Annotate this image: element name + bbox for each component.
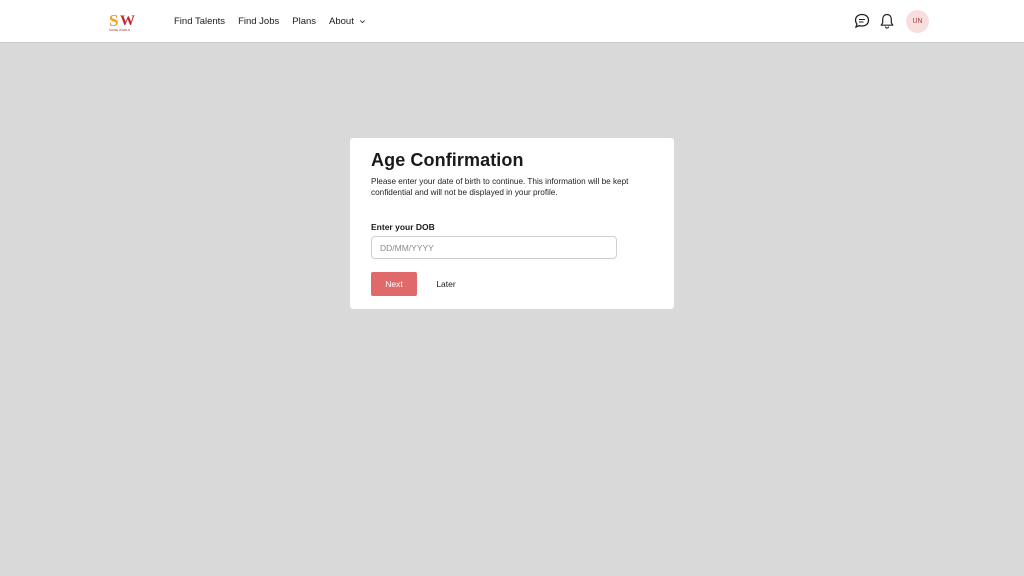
svg-text:SHINE WORLD: SHINE WORLD: [109, 28, 131, 32]
nav-about[interactable]: About: [329, 16, 366, 27]
dob-input[interactable]: [371, 236, 617, 259]
brand-logo[interactable]: S W SHINE WORLD: [108, 10, 144, 32]
modal-description: Please enter your date of birth to conti…: [371, 176, 643, 198]
nav-find-jobs[interactable]: Find Jobs: [238, 16, 279, 27]
later-button[interactable]: Later: [428, 272, 464, 296]
nav-about-label: About: [329, 16, 354, 27]
modal-title: Age Confirmation: [371, 150, 524, 170]
main-nav: Find Talents Find Jobs Plans About: [174, 0, 366, 43]
modal-description-line-2: confidential and will not be displayed i…: [371, 188, 558, 198]
nav-find-talents[interactable]: Find Talents: [174, 16, 225, 27]
dob-label: Enter your DOB: [371, 222, 435, 232]
nav-plans[interactable]: Plans: [292, 16, 316, 27]
chat-icon[interactable]: [853, 12, 871, 30]
next-button[interactable]: Next: [371, 272, 417, 296]
user-avatar[interactable]: UN: [906, 10, 929, 33]
age-confirmation-modal: Age Confirmation Please enter your date …: [350, 138, 674, 309]
logo-mark: S W SHINE WORLD: [109, 11, 135, 32]
chevron-down-icon: [359, 20, 365, 24]
modal-description-line-1: Please enter your date of birth to conti…: [371, 177, 629, 186]
bell-icon[interactable]: [878, 12, 896, 30]
svg-text:W: W: [120, 13, 135, 29]
top-navbar: S W SHINE WORLD Find Talents Find Jobs P…: [0, 0, 1024, 43]
